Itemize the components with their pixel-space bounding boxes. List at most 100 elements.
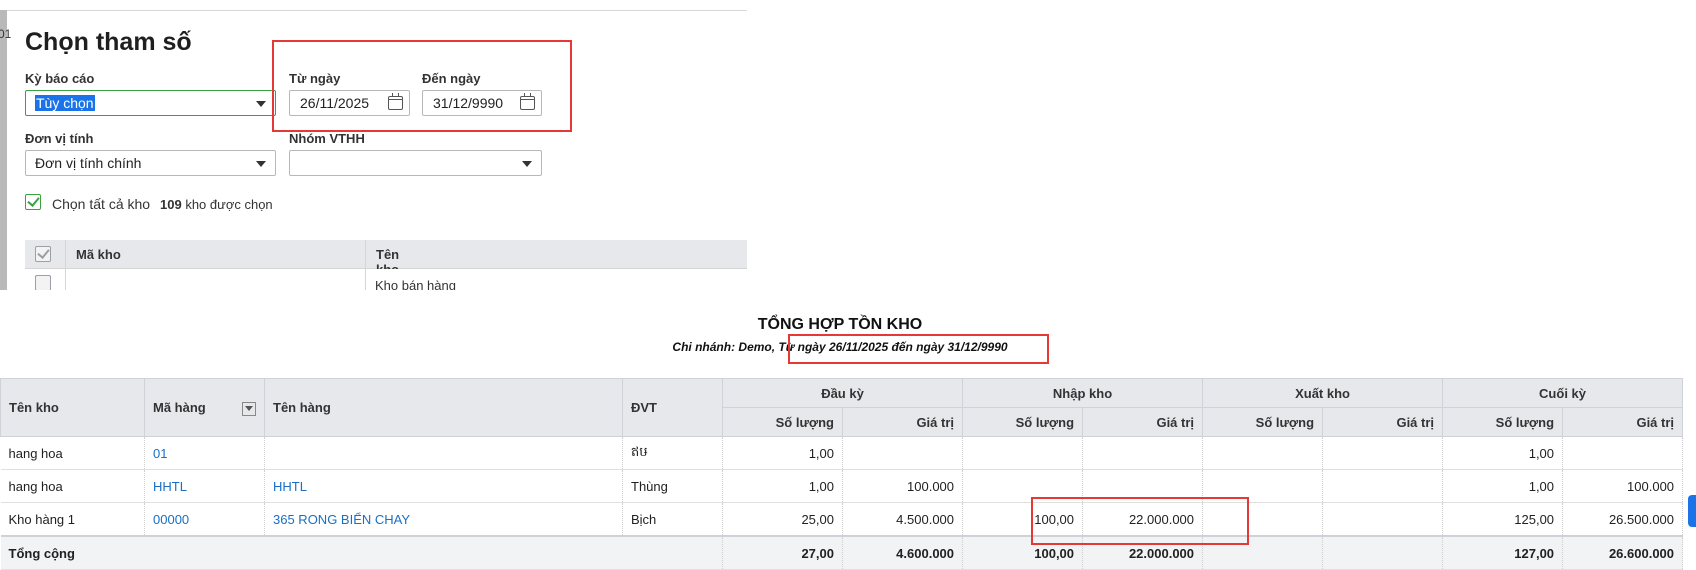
opening-qty-cell: 25,00 bbox=[722, 502, 843, 537]
table-row[interactable]: Kho bán hàng bbox=[25, 269, 747, 290]
closing-qty-cell: 1,00 bbox=[1442, 469, 1564, 503]
parameter-dialog: 01 Chọn tham số Kỳ báo cáo Tùy chọn Từ n… bbox=[0, 0, 747, 290]
calendar-icon[interactable] bbox=[520, 93, 535, 110]
col-receipt-qty: Số lượng bbox=[962, 407, 1084, 437]
total-closing-value: 26.600.000 bbox=[1562, 535, 1684, 570]
report-subtitle: Chi nhánh: Demo, Từ ngày 26/11/2025 đến … bbox=[672, 340, 1008, 354]
report-table: Tên kho Mã hàng Tên hàng ĐVT Đầu kỳ Nhập… bbox=[0, 378, 1684, 570]
col-issue: Xuất kho bbox=[1202, 378, 1444, 408]
opening-value-cell: 4.500.000 bbox=[842, 502, 964, 537]
col-receipt: Nhập kho bbox=[962, 378, 1204, 408]
receipt-qty-cell bbox=[962, 436, 1084, 470]
warehouse-cell: Kho hàng 1 bbox=[0, 502, 145, 537]
closing-value-cell: 26.500.000 bbox=[1562, 502, 1684, 537]
selected-count: 109 kho được chọn bbox=[160, 197, 273, 212]
col-issue-qty: Số lượng bbox=[1202, 407, 1324, 437]
to-date-value: 31/12/9990 bbox=[433, 95, 504, 111]
side-panel-toggle[interactable] bbox=[1688, 495, 1696, 527]
col-item-code-label: Mã hàng bbox=[153, 399, 206, 415]
chevron-down-icon[interactable] bbox=[522, 161, 532, 167]
item-code-link[interactable]: HHTL bbox=[144, 469, 265, 503]
total-opening-value: 4.600.000 bbox=[842, 535, 964, 570]
col-opening-qty: Số lượng bbox=[722, 407, 843, 437]
item-code-link[interactable]: 00000 bbox=[144, 502, 265, 537]
chevron-down-icon[interactable] bbox=[256, 101, 266, 107]
background-edge-text: 01 bbox=[0, 27, 12, 41]
table-row[interactable]: hang hoa HHTL HHTL Thùng 1,00 100.000 1,… bbox=[0, 469, 1684, 503]
closing-qty-cell: 125,00 bbox=[1442, 502, 1564, 537]
item-group-select[interactable] bbox=[289, 150, 542, 176]
to-date-label: Đến ngày bbox=[422, 71, 481, 86]
chevron-down-icon[interactable] bbox=[256, 161, 266, 167]
opening-value-cell bbox=[842, 436, 964, 470]
column-divider bbox=[365, 269, 366, 290]
col-warehouse-name: Tên kho bbox=[365, 240, 399, 277]
col-warehouse-code: Mã kho bbox=[65, 240, 391, 268]
total-label: Tổng cộng bbox=[0, 535, 723, 570]
receipt-qty-cell: 100,00 bbox=[962, 502, 1084, 537]
report-title: TỔNG HỢP TỒN KHO bbox=[757, 316, 923, 333]
col-opening-value: Giá trị bbox=[841, 407, 964, 437]
col-warehouse: Tên kho bbox=[0, 378, 145, 437]
column-divider bbox=[65, 269, 66, 290]
total-issue-qty bbox=[1202, 535, 1324, 570]
col-warehouse-code-label: Mã kho bbox=[76, 247, 121, 262]
item-name-link[interactable]: 365 RONG BIỂN CHAY bbox=[264, 502, 623, 537]
header-checkbox[interactable] bbox=[35, 246, 51, 262]
filter-icon[interactable] bbox=[242, 401, 256, 416]
issue-qty-cell bbox=[1202, 436, 1324, 470]
col-opening: Đầu kỳ bbox=[721, 378, 964, 408]
unit-cell: Bịch bbox=[622, 502, 723, 537]
issue-value-cell bbox=[1322, 469, 1444, 503]
selected-count-number: 109 bbox=[160, 197, 182, 212]
warehouse-name-cell: Kho bán hàng bbox=[375, 278, 456, 290]
issue-value-cell bbox=[1322, 436, 1444, 470]
from-date-label: Từ ngày bbox=[289, 71, 341, 86]
receipt-qty-cell bbox=[962, 469, 1084, 503]
issue-qty-cell bbox=[1202, 469, 1324, 503]
receipt-value-cell bbox=[1082, 436, 1204, 470]
item-code-link[interactable]: 01 bbox=[144, 436, 265, 470]
unit-label: Đơn vị tính bbox=[25, 131, 94, 146]
total-receipt-qty: 100,00 bbox=[962, 535, 1084, 570]
col-closing-qty: Số lượng bbox=[1442, 407, 1564, 437]
table-row[interactable]: Kho hàng 1 00000 365 RONG BIỂN CHAY Bịch… bbox=[0, 502, 1684, 537]
warehouse-cell: hang hoa bbox=[0, 436, 145, 470]
to-date-input[interactable]: 31/12/9990 bbox=[422, 90, 542, 116]
report-period-select[interactable]: Tùy chọn bbox=[25, 90, 276, 116]
select-all-checkbox[interactable] bbox=[25, 194, 41, 210]
item-name-link[interactable] bbox=[264, 436, 623, 470]
select-all-label: Chọn tất cả kho bbox=[52, 196, 151, 212]
table-row[interactable]: hang hoa 01 ឥឞ 1,00 1,00 bbox=[0, 436, 1684, 470]
col-receipt-value: Giá trị bbox=[1082, 407, 1204, 437]
unit-select[interactable]: Đơn vị tính chính bbox=[25, 150, 276, 176]
total-opening-qty: 27,00 bbox=[722, 535, 843, 570]
from-date-value: 26/11/2025 bbox=[300, 95, 370, 111]
total-issue-value bbox=[1322, 535, 1444, 570]
col-unit: ĐVT bbox=[622, 378, 723, 437]
dialog-top-border bbox=[0, 10, 747, 11]
item-name-link[interactable]: HHTL bbox=[264, 469, 623, 503]
background-window-edge: 01 bbox=[0, 10, 11, 290]
issue-value-cell bbox=[1322, 502, 1444, 537]
unit-value: Đơn vị tính chính bbox=[35, 155, 142, 171]
total-receipt-value: 22.000.000 bbox=[1082, 535, 1204, 570]
col-item-name: Tên hàng bbox=[264, 378, 623, 437]
selected-count-text: kho được chọn bbox=[185, 197, 273, 212]
closing-qty-cell: 1,00 bbox=[1442, 436, 1564, 470]
from-date-input[interactable]: 26/11/2025 bbox=[289, 90, 410, 116]
inventory-summary-report: TỔNG HỢP TỒN KHO Chi nhánh: Demo, Từ ngà… bbox=[0, 290, 1696, 570]
report-period-label: Kỳ báo cáo bbox=[25, 71, 95, 86]
opening-qty-cell: 1,00 bbox=[722, 469, 843, 503]
row-checkbox[interactable] bbox=[35, 275, 51, 290]
total-row: Tổng cộng 27,00 4.600.000 100,00 22.000.… bbox=[0, 535, 1684, 570]
warehouse-table-header: Mã kho Tên kho bbox=[25, 240, 747, 277]
col-item-code[interactable]: Mã hàng bbox=[144, 378, 265, 437]
col-closing: Cuối kỳ bbox=[1442, 378, 1684, 408]
calendar-icon[interactable] bbox=[388, 93, 403, 110]
opening-qty-cell: 1,00 bbox=[722, 436, 843, 470]
warehouse-cell: hang hoa bbox=[0, 469, 145, 503]
issue-qty-cell bbox=[1202, 502, 1324, 537]
total-closing-qty: 127,00 bbox=[1442, 535, 1564, 570]
col-closing-value: Giá trị bbox=[1562, 407, 1684, 437]
